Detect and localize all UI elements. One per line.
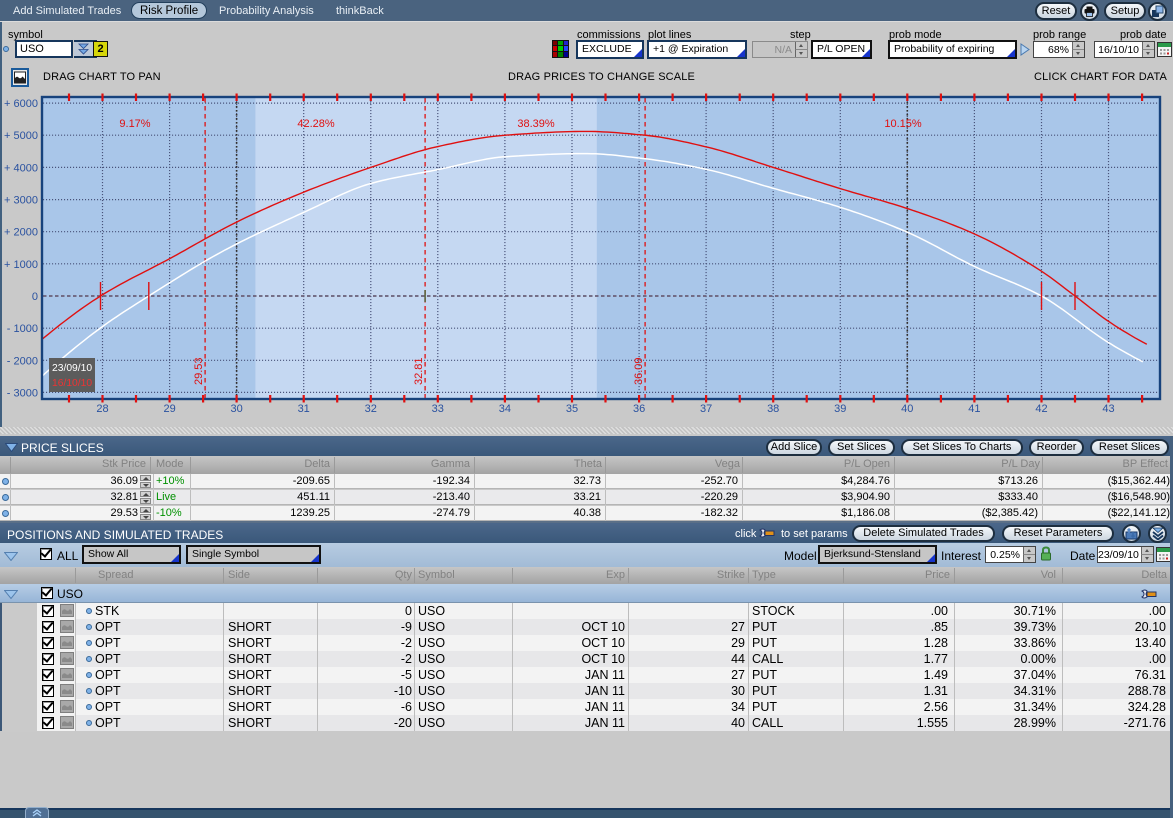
svg-text:+ 1000: + 1000 [4,259,38,271]
svg-text:30: 30 [230,403,242,415]
svg-text:35: 35 [566,403,578,415]
svg-text:33: 33 [432,403,444,415]
svg-text:+ 5000: + 5000 [4,130,38,142]
svg-text:0: 0 [32,291,38,303]
svg-text:+ 3000: + 3000 [4,195,38,207]
svg-text:43: 43 [1102,403,1114,415]
svg-text:+ 4000: + 4000 [4,162,38,174]
svg-text:- 2000: - 2000 [7,355,38,367]
svg-text:37: 37 [700,403,712,415]
svg-text:+ 6000: + 6000 [4,98,38,110]
svg-text:39: 39 [834,403,846,415]
svg-text:38.39%: 38.39% [517,118,555,130]
svg-text:41: 41 [968,403,980,415]
svg-text:16/10/10: 16/10/10 [52,378,92,389]
svg-text:40: 40 [901,403,913,415]
svg-text:34: 34 [499,403,511,415]
svg-text:32: 32 [365,403,377,415]
svg-text:- 3000: - 3000 [7,387,38,399]
svg-text:9.17%: 9.17% [119,118,150,130]
svg-text:- 1000: - 1000 [7,323,38,335]
svg-text:23/09/10: 23/09/10 [52,363,92,374]
svg-text:31: 31 [298,403,310,415]
svg-text:42: 42 [1035,403,1047,415]
svg-text:36.09: 36.09 [633,357,645,385]
svg-text:42.28%: 42.28% [297,118,335,130]
svg-text:10.15%: 10.15% [884,118,922,130]
svg-text:+ 2000: + 2000 [4,227,38,239]
svg-text:29: 29 [163,403,175,415]
svg-text:36: 36 [633,403,645,415]
svg-text:38: 38 [767,403,779,415]
svg-text:28: 28 [96,403,108,415]
svg-text:29.53: 29.53 [193,357,205,385]
svg-text:32.81: 32.81 [413,357,425,385]
